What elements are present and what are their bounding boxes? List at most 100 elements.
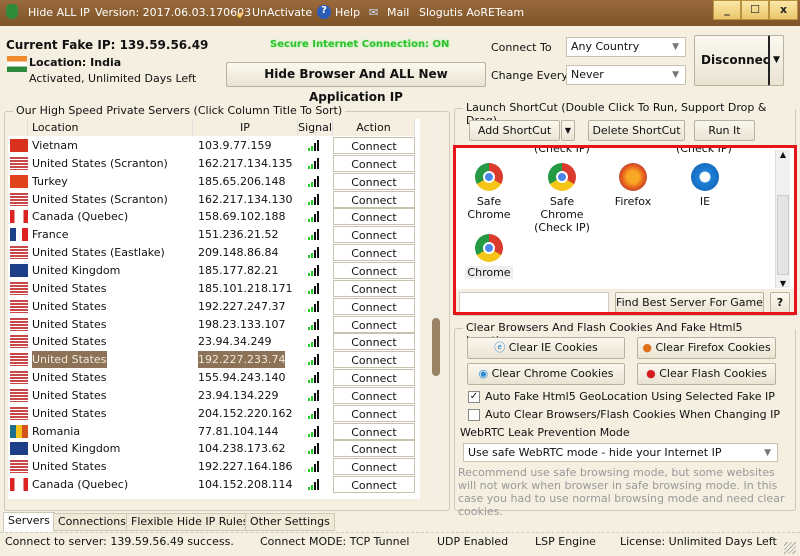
unactivate-link[interactable]: UnActivate [252, 6, 312, 19]
connect-button[interactable]: Connect [333, 404, 415, 422]
flag-us-icon [10, 388, 28, 402]
table-row[interactable]: United States (Scranton) 162.217.134.130… [8, 190, 420, 209]
table-row[interactable]: Vietnam 103.9.77.159 Connect [8, 137, 420, 155]
connect-button[interactable]: Connect [333, 369, 415, 387]
tab-flexible-hide-ip-rules[interactable]: Flexible Hide IP Rules [126, 513, 254, 531]
flag-fr-icon [10, 228, 28, 242]
shortcut-item[interactable]: Chrome [456, 234, 524, 279]
connect-button[interactable]: Connect [333, 226, 415, 244]
connect-button[interactable]: Connect [333, 279, 415, 297]
mail-link[interactable]: Mail [387, 6, 409, 19]
tab-other-settings[interactable]: Other Settings [245, 513, 335, 531]
connect-button[interactable]: Connect [333, 244, 415, 262]
table-row[interactable]: United States 198.23.133.107 Connect [8, 315, 420, 334]
add-shortcut-dropdown-icon[interactable]: ▼ [561, 120, 575, 141]
connect-button[interactable]: Connect [333, 208, 415, 226]
disconnect-dropdown-icon[interactable]: ▼ [768, 35, 784, 86]
signal-icon [308, 407, 319, 419]
connect-button[interactable]: Connect [333, 351, 415, 369]
shortcut-item[interactable]: Safe Chrome (Check IP) [527, 163, 597, 234]
clear-ie-cookies-button[interactable]: ⓔ Clear IE Cookies [467, 337, 625, 359]
auto-clear-checkbox[interactable] [468, 409, 480, 421]
column-signal[interactable]: Signal [298, 119, 333, 136]
connect-button[interactable]: Connect [333, 190, 415, 208]
column-location[interactable]: Location [28, 119, 193, 136]
resize-grip-icon[interactable] [784, 542, 796, 554]
tab-servers[interactable]: Servers [3, 512, 55, 532]
scroll-down-icon[interactable]: ▼ [776, 279, 790, 288]
table-row[interactable]: United States 204.152.220.162 Connect [8, 404, 420, 423]
shortcut-scrollbar[interactable]: ▲ ▼ [775, 150, 790, 288]
table-row[interactable]: United Kingdom 185.177.82.21 Connect [8, 261, 420, 280]
maximize-button[interactable]: ☐ [741, 0, 769, 20]
minimize-button[interactable]: _ [713, 0, 741, 20]
add-shortcut-button[interactable]: Add ShortCut [469, 120, 560, 141]
table-row[interactable]: United States (Eastlake) 209.148.86.84 C… [8, 244, 420, 262]
delete-shortcut-button[interactable]: Delete ShortCut [588, 120, 685, 141]
table-row[interactable]: France 151.236.21.52 Connect [8, 226, 420, 244]
shortcut-item[interactable]: Safe Chrome [456, 163, 524, 221]
connect-button[interactable]: Connect [333, 422, 415, 440]
connect-button[interactable]: Connect [333, 172, 415, 190]
connect-button[interactable]: Connect [333, 297, 415, 315]
run-it-button[interactable]: Run It [694, 120, 755, 141]
hide-browser-button[interactable]: Hide Browser And ALL New Application IP [226, 62, 486, 104]
connect-button[interactable]: Connect [333, 458, 415, 476]
shortcut-label: IE [699, 195, 711, 208]
flag-ca-icon [10, 210, 28, 224]
connect-to-select[interactable]: Any Country ▼ [566, 37, 686, 57]
row-ip: 185.177.82.21 [198, 263, 279, 277]
scrollbar-thumb[interactable] [777, 195, 789, 275]
connect-button[interactable]: Connect [333, 315, 415, 333]
shortcut-item[interactable]: Firefox [598, 163, 668, 208]
signal-icon [308, 318, 319, 330]
connect-button[interactable]: Connect [333, 261, 415, 279]
clear-flash-cookies-button[interactable]: ● Clear Flash Cookies [637, 363, 776, 385]
change-every-select[interactable]: Never ▼ [566, 65, 686, 85]
column-ip[interactable]: IP [193, 119, 298, 136]
connect-button[interactable]: Connect [333, 333, 415, 351]
table-row[interactable]: United States 155.94.243.140 Connect [8, 369, 420, 387]
table-row[interactable]: United Kingdom 104.238.173.62 Connect [8, 440, 420, 458]
table-row[interactable]: United States 185.101.218.171 Connect [8, 279, 420, 298]
table-row[interactable]: Canada (Quebec) 104.152.208.114 Connect [8, 476, 420, 494]
table-row[interactable]: United States 192.227.164.186 Connect [8, 458, 420, 476]
chrome-icon [548, 163, 576, 191]
auto-clear-label: Auto Clear Browsers/Flash Cookies When C… [485, 408, 781, 421]
signal-icon [308, 157, 319, 169]
ie-icon: ⓔ [494, 341, 506, 354]
tab-connections[interactable]: Connections [53, 513, 131, 531]
table-row[interactable]: United States (Scranton) 162.217.134.135… [8, 154, 420, 173]
chevron-down-icon: ▼ [672, 42, 679, 52]
shortcut-area[interactable]: (Check IP) (Check IP) Safe Chrome Safe Ch… [453, 145, 797, 315]
table-row[interactable]: Romania 77.81.104.144 Connect [8, 422, 420, 441]
webrtc-select[interactable]: Use safe WebRTC mode - hide your Interne… [463, 443, 778, 462]
connect-button[interactable]: Connect [333, 440, 415, 458]
table-row[interactable]: United States 192.227.233.74 Connect [8, 351, 420, 369]
firefox-icon: ● [642, 341, 652, 354]
table-row[interactable]: United States 23.94.134.229 Connect [8, 386, 420, 405]
find-best-server-button[interactable]: Find Best Server For Game [615, 292, 764, 312]
connect-button[interactable]: Connect [333, 386, 415, 404]
close-button[interactable]: x [769, 0, 798, 20]
table-row[interactable]: Turkey 185.65.206.148 Connect [8, 172, 420, 191]
auto-geo-checkbox[interactable]: ✓ [468, 391, 480, 403]
column-action[interactable]: Action [333, 119, 415, 136]
scroll-up-icon[interactable]: ▲ [776, 150, 790, 159]
flag-us-icon [10, 406, 28, 420]
server-scrollbar[interactable] [430, 120, 442, 500]
clear-firefox-cookies-button[interactable]: ● Clear Firefox Cookies [637, 337, 776, 359]
scrollbar-thumb[interactable] [432, 318, 440, 376]
connect-button[interactable]: Connect [333, 137, 415, 154]
connect-button[interactable]: Connect [333, 476, 415, 494]
help-link[interactable]: Help [335, 6, 360, 19]
row-location: United Kingdom [32, 442, 121, 456]
table-row[interactable]: United States 192.227.247.37 Connect [8, 297, 420, 316]
help-button[interactable]: ? [770, 292, 790, 312]
clear-chrome-cookies-button[interactable]: ◉ Clear Chrome Cookies [467, 363, 625, 385]
table-row[interactable]: Canada (Quebec) 158.69.102.188 Connect [8, 208, 420, 226]
game-search-input[interactable] [459, 292, 609, 312]
shortcut-item[interactable]: IE [670, 163, 740, 208]
table-row[interactable]: United States 23.94.34.249 Connect [8, 333, 420, 351]
connect-button[interactable]: Connect [333, 154, 415, 172]
